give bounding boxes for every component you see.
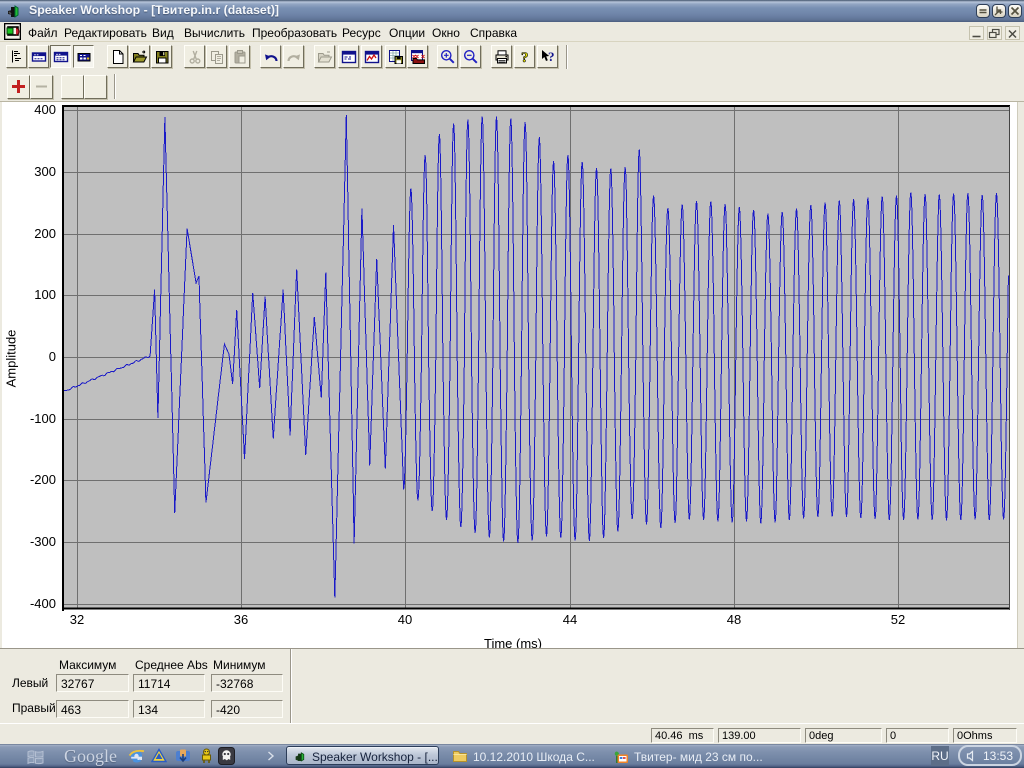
svg-text:?: ? — [521, 50, 529, 65]
svg-text:?: ? — [548, 49, 555, 64]
